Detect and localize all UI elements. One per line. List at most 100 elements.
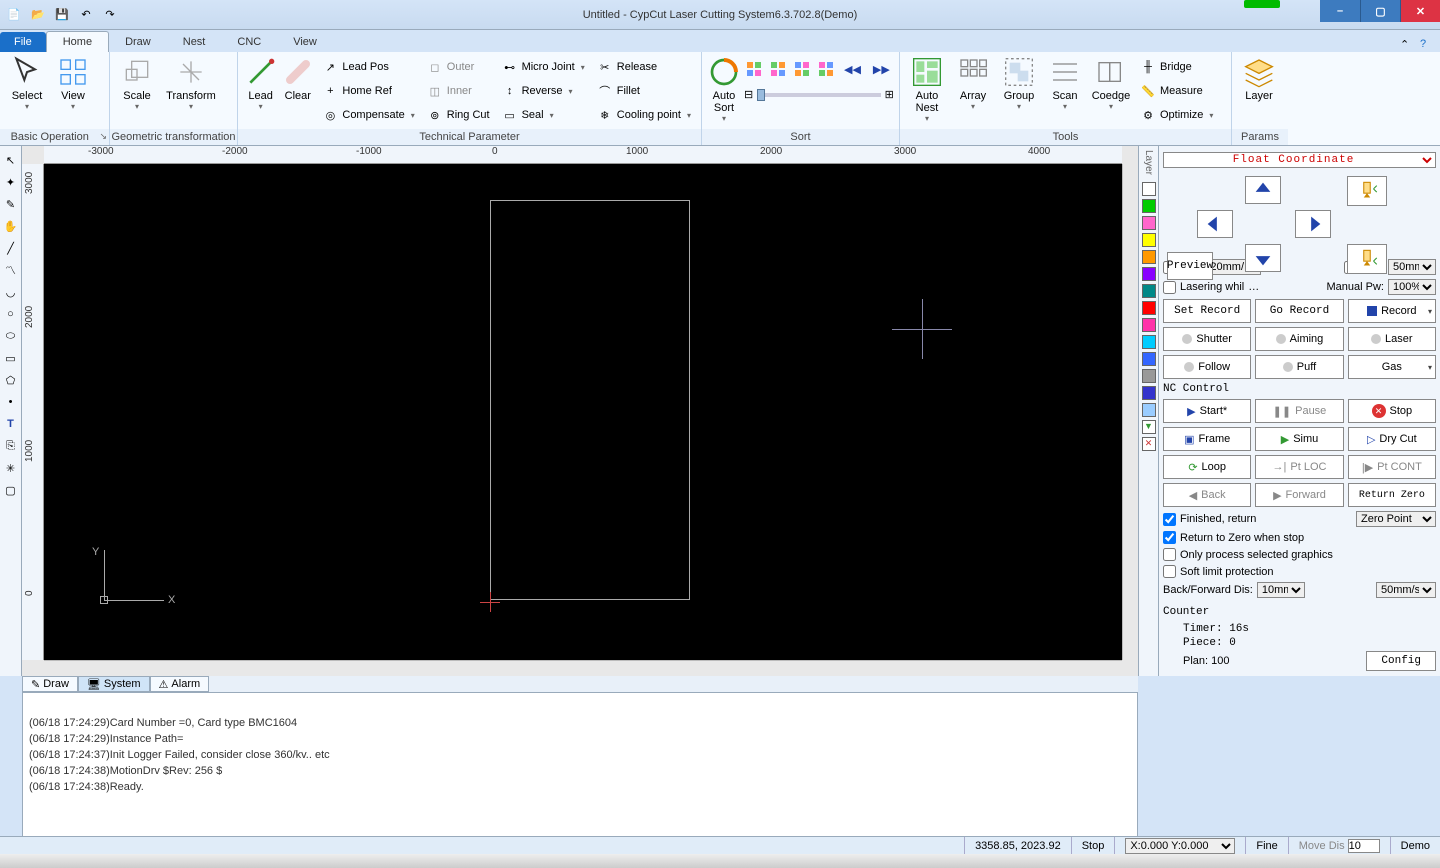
follow-button[interactable]: Follow [1163, 355, 1251, 379]
layer-swatch[interactable] [1142, 352, 1156, 366]
jog-up-button[interactable] [1245, 176, 1281, 204]
arc-icon[interactable]: ◡ [3, 284, 19, 300]
bfspeed-select[interactable]: 50mm/s [1376, 582, 1436, 598]
layer-swatch[interactable] [1142, 369, 1156, 383]
scan-button[interactable]: Scan ▾ [1042, 54, 1088, 113]
line-icon[interactable]: ╱ [3, 240, 19, 256]
rect-icon[interactable]: ▭ [3, 350, 19, 366]
status-moved-input[interactable] [1348, 839, 1380, 853]
aiming-button[interactable]: Aiming [1255, 327, 1343, 351]
sort-b-icon[interactable] [768, 58, 788, 80]
polyline-icon[interactable]: 〽 [3, 262, 19, 278]
layer-swatch[interactable] [1142, 284, 1156, 298]
scale-button[interactable]: Scale ▾ [114, 54, 160, 113]
reverse-button[interactable]: ↕Reverse▾ [498, 80, 589, 102]
circle-icon[interactable]: ○ [3, 306, 19, 322]
gas-button[interactable]: Gas▾ [1348, 355, 1436, 379]
coedge-button[interactable]: Coedge ▾ [1088, 54, 1134, 113]
basic-dialog-icon[interactable]: ↘ [99, 131, 107, 142]
scrollbar-vertical[interactable] [1122, 164, 1138, 660]
prev-icon[interactable]: ◀◀ [840, 58, 865, 80]
zeropoint-select[interactable]: Zero Point [1356, 511, 1436, 527]
seal-button[interactable]: ▭Seal▾ [498, 104, 589, 126]
b-icon[interactable]: ▢ [3, 482, 19, 498]
frame-button[interactable]: ▣Frame [1163, 427, 1251, 451]
group-button[interactable]: Group ▾ [996, 54, 1042, 113]
manualpw-select[interactable]: 100% [1388, 279, 1436, 295]
polygon-icon[interactable]: ⬠ [3, 372, 19, 388]
pause-button[interactable]: ❚❚Pause [1255, 399, 1343, 423]
fillet-button[interactable]: ⌒Fillet [593, 80, 695, 102]
minimize-ribbon-icon[interactable]: ⌃ [1400, 38, 1414, 52]
tab-nest[interactable]: Nest [167, 32, 222, 52]
compensate-button[interactable]: ◎Compensate▾ [318, 104, 418, 126]
z-up-button[interactable] [1347, 176, 1387, 206]
jog-right-button[interactable] [1295, 210, 1331, 238]
bridge-button[interactable]: ╫Bridge [1136, 56, 1217, 78]
redo-icon[interactable]: ↷ [102, 7, 118, 23]
layer-swatch[interactable] [1142, 386, 1156, 400]
sort-slider[interactable] [757, 93, 880, 97]
config-button[interactable]: Config [1366, 651, 1436, 671]
next-icon[interactable]: ▶▶ [869, 58, 894, 80]
optimize-button[interactable]: ⚙Optimize▾ [1136, 104, 1217, 126]
finret-checkbox[interactable] [1163, 513, 1176, 526]
layer-swatch[interactable] [1142, 182, 1156, 196]
ptcont-button[interactable]: |▶Pt CONT [1348, 455, 1436, 479]
onlysel-checkbox[interactable] [1163, 548, 1176, 561]
jog-left-button[interactable] [1197, 210, 1233, 238]
puff-button[interactable]: Puff [1255, 355, 1343, 379]
btab-draw[interactable]: ✎Draw [22, 676, 78, 692]
layer-button[interactable]: Layer [1236, 54, 1282, 104]
tab-cnc[interactable]: CNC [221, 32, 277, 52]
tab-home[interactable]: Home [46, 31, 109, 52]
simu-button[interactable]: ▶Simu [1255, 427, 1343, 451]
btab-system[interactable]: 🖥System [78, 676, 150, 692]
forward-button[interactable]: ▶Forward [1255, 483, 1343, 507]
layer-swatch[interactable] [1142, 301, 1156, 315]
start-button[interactable]: ▶Start* [1163, 399, 1251, 423]
scrollbar-horizontal[interactable] [44, 660, 1122, 676]
a-icon[interactable]: ✳ [3, 460, 19, 476]
new-icon[interactable]: 📄 [6, 7, 22, 23]
ptloc-button[interactable]: →|Pt LOC [1255, 455, 1343, 479]
transform-button[interactable]: Transform ▾ [160, 54, 222, 113]
layer-swatch[interactable] [1142, 216, 1156, 230]
setrecord-button[interactable]: Set Record [1163, 299, 1251, 323]
layer-swatch[interactable]: ▼ [1142, 420, 1156, 434]
dot-icon[interactable]: • [3, 394, 19, 410]
file-tab[interactable]: File [0, 32, 46, 52]
status-fine[interactable]: Fine [1245, 837, 1287, 854]
autosort-button[interactable]: Auto Sort ▾ [706, 54, 742, 125]
save-icon[interactable]: 💾 [54, 7, 70, 23]
stop-button[interactable]: ✕Stop [1348, 399, 1436, 423]
back-button[interactable]: ◀Back [1163, 483, 1251, 507]
layer-swatch[interactable] [1142, 335, 1156, 349]
step-select[interactable]: 50mm [1388, 259, 1436, 275]
loop-button[interactable]: ⟳Loop [1163, 455, 1251, 479]
microjoint-button[interactable]: ⊷Micro Joint▾ [498, 56, 589, 78]
jog-down-button[interactable] [1245, 244, 1281, 272]
ellipse-icon[interactable]: ⬭ [3, 328, 19, 344]
drycut-button[interactable]: ▷Dry Cut [1348, 427, 1436, 451]
layer-swatch[interactable] [1142, 403, 1156, 417]
layer-swatch[interactable] [1142, 199, 1156, 213]
sort-c-icon[interactable] [792, 58, 812, 80]
measure-button[interactable]: 📏Measure [1136, 80, 1217, 102]
pan-icon[interactable]: ✋ [3, 218, 19, 234]
outer-button[interactable]: ◻Outer [423, 56, 494, 78]
maximize-button[interactable]: ▢ [1360, 0, 1400, 22]
help-icon[interactable]: ? [1420, 38, 1434, 52]
layer-swatch[interactable] [1142, 318, 1156, 332]
view-button[interactable]: View ▾ [50, 54, 96, 113]
softlimit-checkbox[interactable] [1163, 565, 1176, 578]
node-icon[interactable]: ✦ [3, 174, 19, 190]
inner-button[interactable]: ◫Inner [423, 80, 494, 102]
log-panel[interactable]: (06/18 17:24:29)Card Number =0, Card typ… [22, 692, 1138, 838]
coord-mode-select[interactable]: Float Coordinate [1163, 152, 1436, 168]
select-button[interactable]: Select ▾ [4, 54, 50, 113]
text-icon[interactable]: T [3, 416, 19, 432]
leadpos-button[interactable]: ↗Lead Pos [318, 56, 418, 78]
laserwhile-checkbox[interactable] [1163, 281, 1176, 294]
retzero-checkbox[interactable] [1163, 531, 1176, 544]
